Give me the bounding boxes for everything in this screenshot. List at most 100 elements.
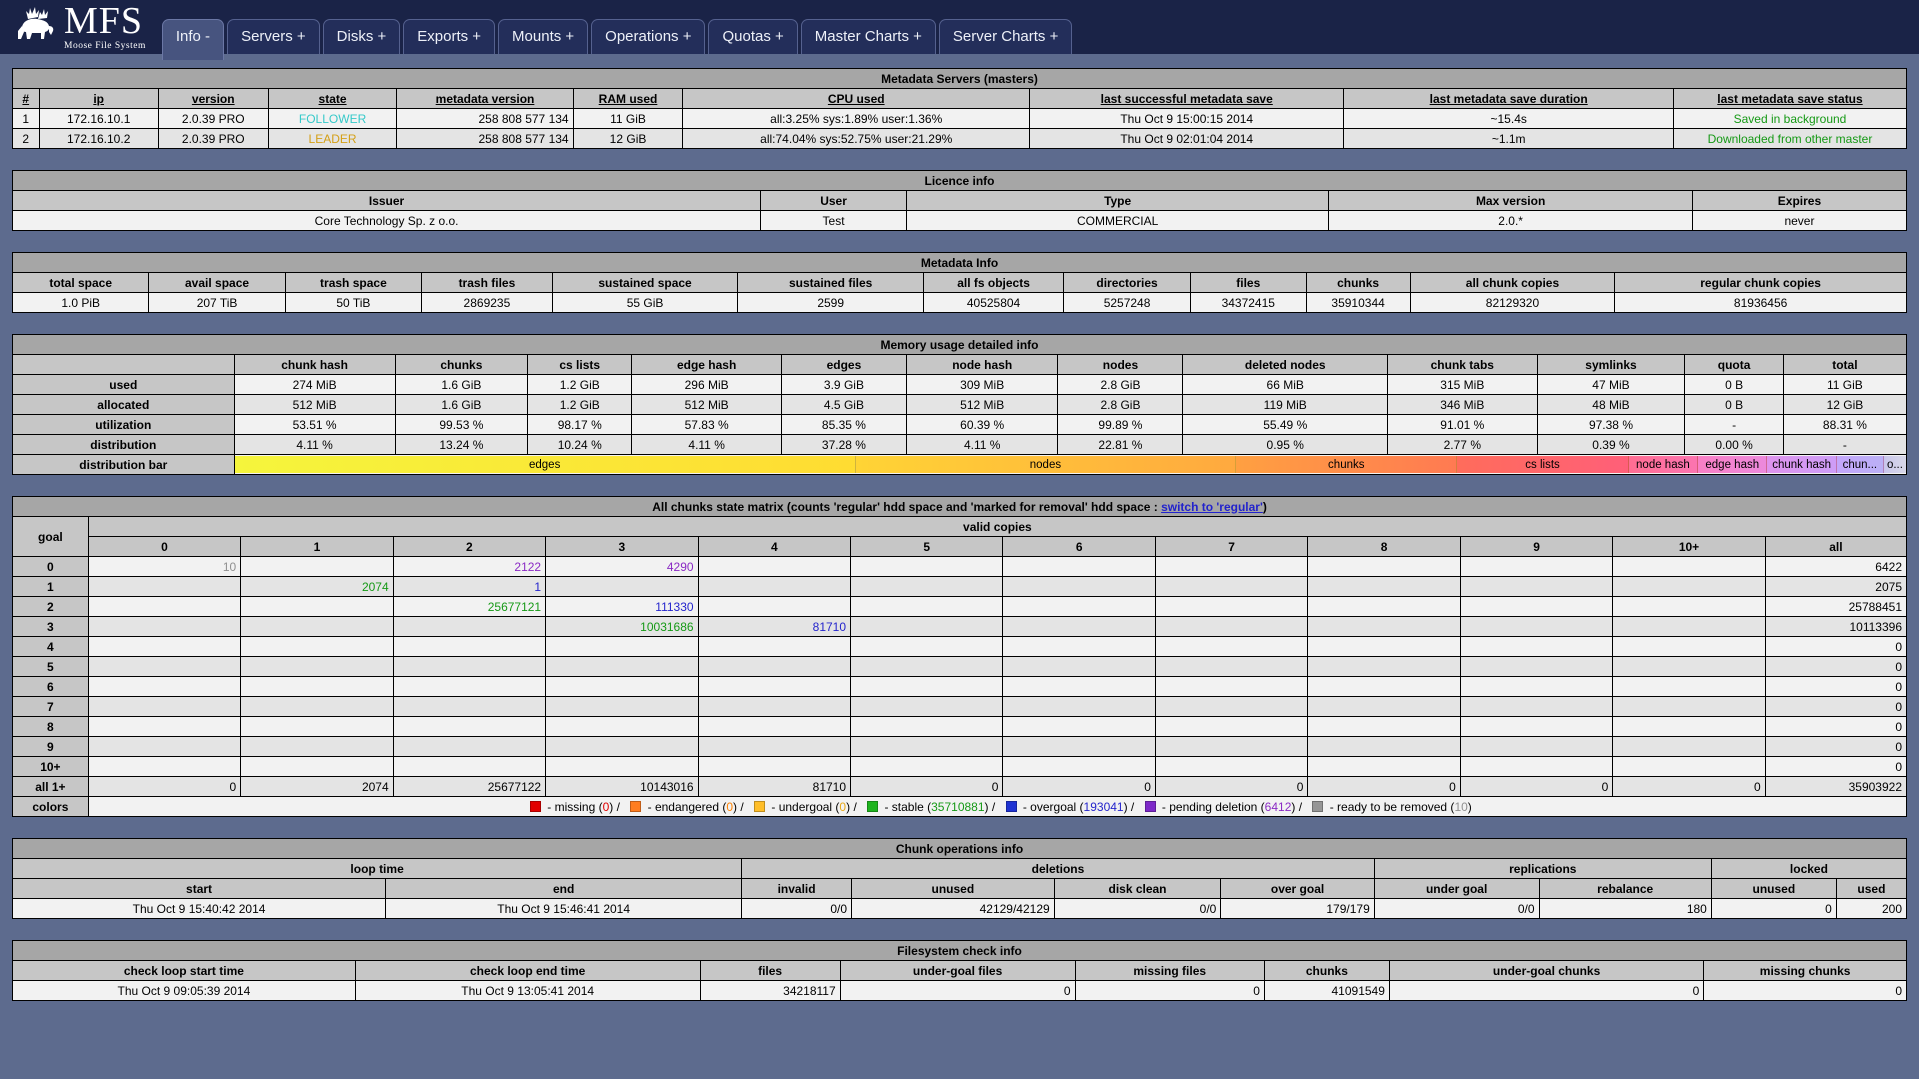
- col-header[interactable]: version: [157, 88, 269, 109]
- chunk_ops-title: Chunk operations info: [12, 838, 1907, 859]
- tab-operations[interactable]: Operations +: [591, 19, 706, 54]
- tab-master-charts[interactable]: Master Charts +: [800, 19, 936, 54]
- cell: 25677122: [392, 776, 547, 797]
- col-header: missing files: [1074, 960, 1265, 981]
- col-header: 4: [697, 536, 852, 557]
- col-header: goal: [12, 516, 89, 557]
- col-header: sustained space: [551, 272, 739, 293]
- cell: [1612, 636, 1766, 657]
- col-header: chunks: [1263, 960, 1390, 981]
- table-row: 1 172.16.10.1 2.0.39 PRO FOLLOWER 258 808 57…: [12, 108, 1908, 129]
- col-header: invalid: [741, 878, 853, 899]
- table-row: 60: [12, 676, 1908, 697]
- cell: [240, 736, 394, 757]
- col-header: 9: [1459, 536, 1614, 557]
- cell: 309 MiB: [905, 374, 1059, 395]
- cell: 42129/42129: [851, 898, 1055, 919]
- title-text: Metadata Servers (masters): [881, 71, 1038, 86]
- col-header[interactable]: last metadata save duration: [1343, 88, 1674, 109]
- cell: 0: [87, 776, 242, 797]
- cell: [1154, 656, 1309, 677]
- cell: [1154, 596, 1309, 617]
- cell: [1459, 556, 1614, 577]
- cell: [1154, 676, 1309, 697]
- cell: [1612, 576, 1766, 597]
- cell: [1154, 556, 1309, 577]
- col-header: 0: [87, 536, 242, 557]
- cell: 0: [1764, 676, 1908, 697]
- cell: 0: [1002, 776, 1156, 797]
- col-header: 1: [240, 536, 394, 557]
- row-label: 6: [12, 676, 89, 697]
- cell: 2: [12, 128, 40, 149]
- cell: 1.6 GiB: [394, 394, 529, 415]
- cell: [1002, 736, 1156, 757]
- cell: [87, 736, 242, 757]
- cell: 37.28 %: [780, 434, 907, 455]
- cell: [545, 716, 699, 737]
- col-header[interactable]: last successful metadata save: [1029, 88, 1345, 109]
- cell: [392, 636, 547, 657]
- cell: Test: [760, 210, 907, 231]
- cell: [1307, 556, 1461, 577]
- tab-quotas[interactable]: Quotas +: [708, 19, 798, 54]
- table-row: 50: [12, 656, 1908, 677]
- bar-segment-label: nodes: [1029, 458, 1062, 471]
- cell: [697, 756, 852, 777]
- cell: Thu Oct 9 15:40:42 2014: [11, 898, 387, 919]
- title-text: All chunks state matrix (counts 'regular…: [652, 499, 1162, 514]
- col-header: User: [760, 190, 907, 211]
- cell: [1459, 616, 1614, 637]
- cell: [1154, 616, 1309, 637]
- col-header[interactable]: #: [12, 88, 40, 109]
- cell: [1459, 756, 1614, 777]
- col-header[interactable]: last metadata save status: [1672, 88, 1908, 109]
- col-header[interactable]: CPU used: [682, 88, 1031, 109]
- row-label: 10+: [12, 756, 89, 777]
- chunk-operations-table: Chunk operations info loop time deletions r…: [11, 838, 1908, 919]
- cell: [850, 716, 1004, 737]
- tab-server-charts[interactable]: Server Charts +: [938, 19, 1073, 54]
- title-text: Memory usage detailed info: [880, 337, 1039, 352]
- legend-text: - stable (: [881, 799, 932, 814]
- cell: 180: [1538, 898, 1712, 919]
- col-header[interactable]: RAM used: [572, 88, 684, 109]
- row-label: 5: [12, 656, 89, 677]
- cell: 2122: [392, 556, 547, 577]
- tab-servers[interactable]: Servers +: [227, 19, 320, 54]
- row-label: 9: [12, 736, 89, 757]
- tab-disks[interactable]: Disks +: [322, 19, 401, 54]
- title-text: Licence info: [924, 173, 995, 188]
- legend-text: 10: [1454, 799, 1468, 814]
- tab-mounts[interactable]: Mounts +: [498, 19, 589, 54]
- cell: [697, 716, 852, 737]
- cell: LEADER: [267, 128, 398, 149]
- legend-text: 193041: [1083, 799, 1124, 814]
- cell: [850, 576, 1004, 597]
- cell: [1307, 576, 1461, 597]
- col-header[interactable]: state: [267, 88, 398, 109]
- legend-text: ) /: [733, 799, 748, 814]
- cell: 512 MiB: [233, 394, 396, 415]
- switch-to-regular-link[interactable]: switch to 'regular': [1161, 500, 1263, 514]
- col-header[interactable]: ip: [38, 88, 159, 109]
- cell: 0 B: [1684, 374, 1784, 395]
- cell: 0/0: [1373, 898, 1540, 919]
- col-header: 2: [392, 536, 547, 557]
- col-header[interactable]: metadata version: [396, 88, 574, 109]
- cell: [850, 676, 1004, 697]
- cell: 10031686: [545, 616, 699, 637]
- cell: [697, 596, 852, 617]
- col-header: symlinks: [1536, 354, 1686, 375]
- cell: [87, 696, 242, 717]
- cell: 66 MiB: [1182, 374, 1388, 395]
- col-header: files: [699, 960, 841, 981]
- tab-info[interactable]: Info -: [161, 19, 225, 60]
- cell: [1307, 756, 1461, 777]
- tab-exports[interactable]: Exports +: [403, 19, 496, 54]
- bar-segment-label: chunk hash: [1772, 458, 1832, 471]
- cell: never: [1691, 210, 1908, 231]
- cell: 57.83 %: [631, 414, 782, 435]
- cell: [1307, 696, 1461, 717]
- cell: 111330: [545, 596, 699, 617]
